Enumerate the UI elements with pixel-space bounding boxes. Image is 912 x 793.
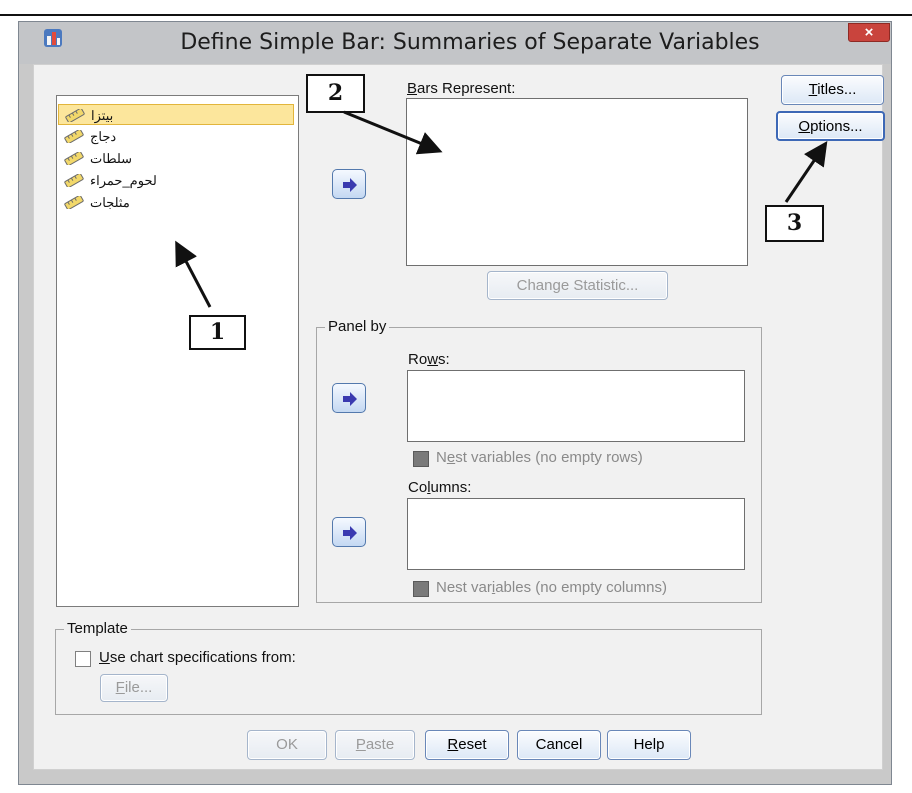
callout-2-arrow: [343, 110, 443, 155]
callout-3-arrow: [784, 141, 828, 203]
callout-arrows: [175, 110, 828, 308]
callout-1-arrow: [175, 240, 212, 308]
